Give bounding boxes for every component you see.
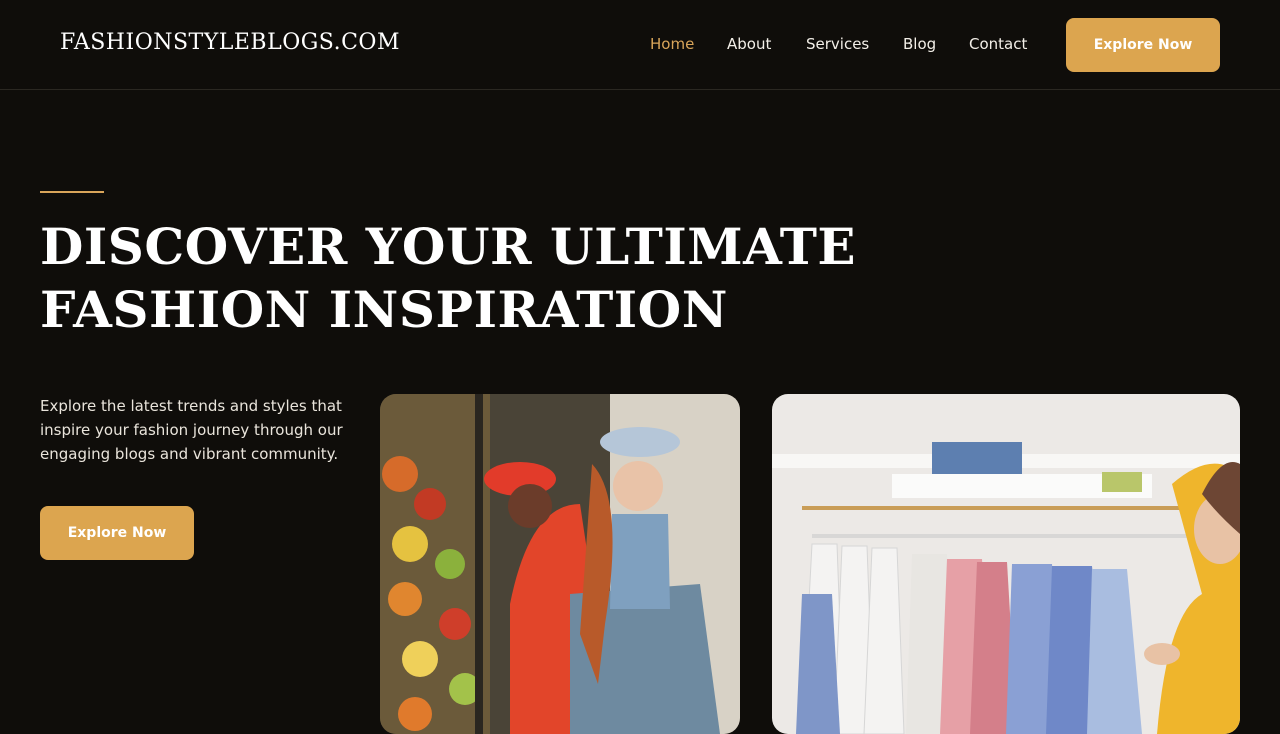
hero-title: DISCOVER YOUR ULTIMATE FASHION INSPIRATI…	[40, 217, 857, 339]
nav-link-services[interactable]: Services	[806, 35, 869, 53]
nav-link-about[interactable]: About	[727, 35, 771, 53]
title-accent-line	[40, 191, 104, 193]
nav-link-blog[interactable]: Blog	[903, 35, 936, 53]
nav-link-contact[interactable]: Contact	[969, 35, 1027, 53]
market-models-photo	[380, 394, 740, 734]
site-header: FASHIONSTYLEBLOGS.COM Home About Service…	[0, 0, 1280, 90]
clothing-rack-shopper-photo	[772, 394, 1240, 734]
nav-link-home[interactable]: Home	[650, 35, 694, 53]
header-explore-button[interactable]: Explore Now	[1066, 18, 1220, 72]
hero-explore-button[interactable]: Explore Now	[40, 506, 194, 560]
hero-description: Explore the latest trends and styles tha…	[40, 397, 343, 463]
